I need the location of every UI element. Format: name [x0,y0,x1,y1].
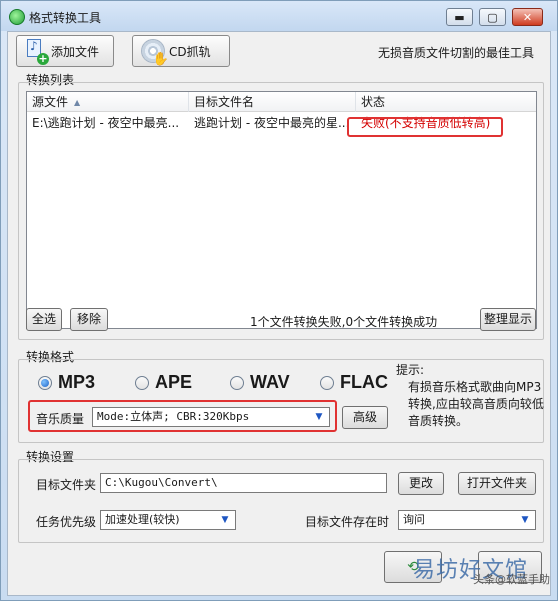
tagline: 无损音质文件切割的最佳工具 [377,46,534,60]
column-status[interactable]: 状态 [356,92,536,112]
tidy-display-button[interactable]: 整理显示 [480,308,536,331]
quality-highlight-box [28,400,337,432]
radio-selected-icon [38,375,52,390]
close-icon: ✕ [522,10,533,24]
convert-summary: 1个文件转换失败,0个文件转换成功 [250,315,438,329]
priority-select[interactable]: 加速处理(较快) ▼ [100,510,236,530]
add-file-button[interactable]: + 添加文件 [16,35,114,67]
app-logo-icon [9,9,25,25]
title-bar[interactable]: 格式转换工具 ▬ ▢ ✕ [1,1,557,31]
target-folder-label: 目标文件夹 [36,478,97,492]
radio-icon [320,375,334,390]
tip-title: 提示: [396,363,425,377]
watermark-small: 头条@软蓝手助 [473,573,550,586]
remove-button[interactable]: 移除 [70,308,108,331]
client-area: + 添加文件 ✋ CD抓轨 无损音质文件切割的最佳工具 转换列表 源文件▲ 目标… [7,31,551,596]
app-window: 格式转换工具 ▬ ▢ ✕ + 添加文件 ✋ CD抓轨 无损音质文件切割的最佳工具… [0,0,558,601]
format-option-wav[interactable]: WAV [230,372,290,393]
minimize-icon: ▬ [454,10,465,24]
select-all-button[interactable]: 全选 [26,308,62,331]
exists-select[interactable]: 询问 ▼ [398,510,536,530]
minimize-button[interactable]: ▬ [446,8,473,26]
advanced-button[interactable]: 高级 [342,406,388,429]
format-option-ape[interactable]: APE [135,372,192,393]
column-source[interactable]: 源文件 ▲ [27,92,189,112]
tip-text: 有损音乐格式歌曲向MP3转换,应由较高音质向较低音质转换。 [408,380,544,428]
cd-rip-button[interactable]: ✋ CD抓轨 [132,35,230,67]
maximize-button[interactable]: ▢ [479,8,506,26]
maximize-icon: ▢ [487,10,498,24]
radio-icon [135,375,149,390]
column-target[interactable]: 目标文件名 [189,92,356,112]
chevron-down-icon: ▼ [221,515,229,525]
window-title: 格式转换工具 [29,11,102,25]
radio-icon [230,375,244,390]
status-highlight-box [347,117,503,137]
target-folder-input[interactable]: C:\Kugou\Convert\ [100,473,387,493]
add-file-label: 添加文件 [51,44,100,59]
sort-up-icon: ▲ [74,97,81,107]
format-option-mp3[interactable]: MP3 [38,372,95,393]
chevron-down-icon: ▼ [521,515,529,525]
format-tip: 提示: 有损音乐格式歌曲向MP3转换,应由较高音质向较低音质转换。 [396,362,546,430]
priority-label: 任务优先级 [36,515,97,529]
open-folder-button[interactable]: 打开文件夹 [458,472,536,495]
format-option-flac[interactable]: FLAC [320,372,388,393]
cd-disc-icon: ✋ [141,39,169,67]
row-source: E:\逃跑计划 - 夜空中最亮... [32,116,180,130]
exists-label: 目标文件存在时 [305,515,390,529]
change-folder-button[interactable]: 更改 [398,472,444,495]
add-music-file-icon: + [25,39,49,65]
list-header: 源文件 ▲ 目标文件名 状态 [27,92,536,112]
row-target: 逃跑计划 - 夜空中最亮的星... [194,116,350,130]
cd-rip-label: CD抓轨 [169,44,211,59]
close-button[interactable]: ✕ [512,8,543,26]
